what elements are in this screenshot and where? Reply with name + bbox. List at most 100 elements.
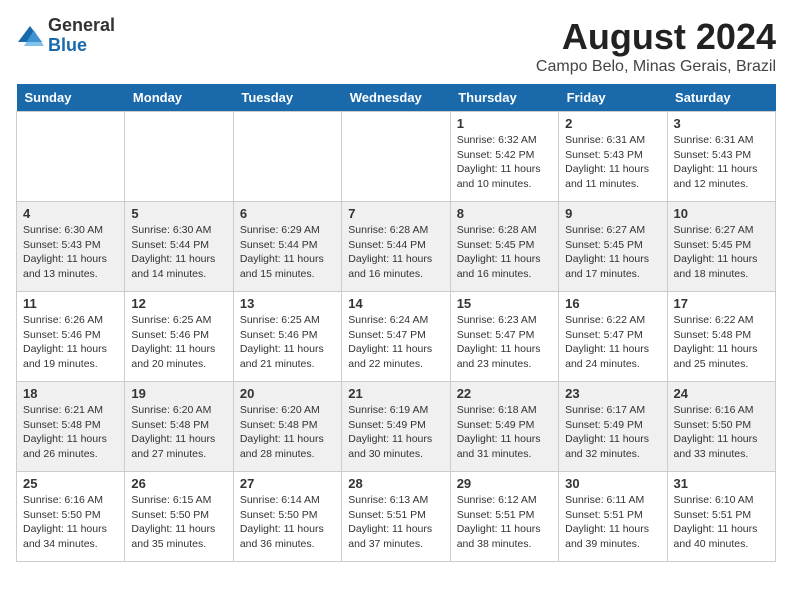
day-number: 15 xyxy=(457,296,552,311)
week-row-0: 1 Sunrise: 6:32 AM Sunset: 5:42 PM Daylig… xyxy=(17,112,776,202)
calendar-cell: 16Sunrise: 6:22 AM Sunset: 5:47 PM Dayli… xyxy=(559,292,667,382)
calendar-cell: 26Sunrise: 6:15 AM Sunset: 5:50 PM Dayli… xyxy=(125,472,233,562)
day-number: 8 xyxy=(457,206,552,221)
day-number: 4 xyxy=(23,206,118,221)
cell-info: Sunrise: 6:12 AM Sunset: 5:51 PM Dayligh… xyxy=(457,493,552,552)
day-number: 1 xyxy=(457,116,552,131)
day-number: 12 xyxy=(131,296,226,311)
day-number: 20 xyxy=(240,386,335,401)
calendar-cell: 25 Sunrise: 6:16 AM Sunset: 5:50 PM Dayli… xyxy=(17,472,125,562)
day-number: 2 xyxy=(565,116,660,131)
cell-info: Sunrise: 6:30 AM Sunset: 5:44 PM Dayligh… xyxy=(131,223,226,282)
calendar-cell: 18 Sunrise: 6:21 AM Sunset: 5:48 PM Dayli… xyxy=(17,382,125,472)
header-row: SundayMondayTuesdayWednesdayThursdayFrid… xyxy=(17,84,776,112)
calendar-cell xyxy=(17,112,125,202)
cell-info: Sunrise: 6:26 AM Sunset: 5:46 PM Dayligh… xyxy=(23,313,118,372)
calendar-cell: 22Sunrise: 6:18 AM Sunset: 5:49 PM Dayli… xyxy=(450,382,558,472)
day-number: 30 xyxy=(565,476,660,491)
calendar-cell: 21 Sunrise: 6:19 AM Sunset: 5:49 PM Dayli… xyxy=(342,382,450,472)
cell-info: Sunrise: 6:25 AM Sunset: 5:46 PM Dayligh… xyxy=(240,313,335,372)
day-number: 29 xyxy=(457,476,552,491)
cell-info: Sunrise: 6:16 AM Sunset: 5:50 PM Dayligh… xyxy=(674,403,769,462)
week-row-4: 25 Sunrise: 6:16 AM Sunset: 5:50 PM Dayli… xyxy=(17,472,776,562)
calendar-cell: 29 Sunrise: 6:12 AM Sunset: 5:51 PM Dayli… xyxy=(450,472,558,562)
cell-info: Sunrise: 6:22 AM Sunset: 5:47 PM Dayligh… xyxy=(565,313,660,372)
cell-info: Sunrise: 6:13 AM Sunset: 5:51 PM Dayligh… xyxy=(348,493,443,552)
cell-info: Sunrise: 6:31 AM Sunset: 5:43 PM Dayligh… xyxy=(565,133,660,192)
day-number: 22 xyxy=(457,386,552,401)
calendar-cell: 31 Sunrise: 6:10 AM Sunset: 5:51 PM Dayli… xyxy=(667,472,775,562)
header: General Blue August 2024 Campo Belo, Min… xyxy=(16,16,776,76)
location-subtitle: Campo Belo, Minas Gerais, Brazil xyxy=(536,58,776,76)
cell-info: Sunrise: 6:17 AM Sunset: 5:49 PM Dayligh… xyxy=(565,403,660,462)
header-cell-thursday: Thursday xyxy=(450,84,558,112)
day-number: 18 xyxy=(23,386,118,401)
calendar-table: SundayMondayTuesdayWednesdayThursdayFrid… xyxy=(16,84,776,562)
day-number: 24 xyxy=(674,386,769,401)
day-number: 21 xyxy=(348,386,443,401)
calendar-cell xyxy=(342,112,450,202)
week-row-2: 11 Sunrise: 6:26 AM Sunset: 5:46 PM Dayli… xyxy=(17,292,776,382)
cell-info: Sunrise: 6:10 AM Sunset: 5:51 PM Dayligh… xyxy=(674,493,769,552)
month-year-title: August 2024 xyxy=(536,16,776,58)
cell-info: Sunrise: 6:28 AM Sunset: 5:45 PM Dayligh… xyxy=(457,223,552,282)
calendar-body: 1 Sunrise: 6:32 AM Sunset: 5:42 PM Daylig… xyxy=(17,112,776,562)
calendar-cell: 4 Sunrise: 6:30 AM Sunset: 5:43 PM Daylig… xyxy=(17,202,125,292)
logo-text: General Blue xyxy=(48,16,115,56)
cell-info: Sunrise: 6:11 AM Sunset: 5:51 PM Dayligh… xyxy=(565,493,660,552)
calendar-cell: 1 Sunrise: 6:32 AM Sunset: 5:42 PM Daylig… xyxy=(450,112,558,202)
cell-info: Sunrise: 6:30 AM Sunset: 5:43 PM Dayligh… xyxy=(23,223,118,282)
logo-blue: Blue xyxy=(48,36,115,56)
calendar-cell: 2 Sunrise: 6:31 AM Sunset: 5:43 PM Daylig… xyxy=(559,112,667,202)
day-number: 27 xyxy=(240,476,335,491)
header-cell-sunday: Sunday xyxy=(17,84,125,112)
calendar-cell: 24 Sunrise: 6:16 AM Sunset: 5:50 PM Dayli… xyxy=(667,382,775,472)
calendar-cell: 8 Sunrise: 6:28 AM Sunset: 5:45 PM Daylig… xyxy=(450,202,558,292)
calendar-cell xyxy=(233,112,341,202)
cell-info: Sunrise: 6:32 AM Sunset: 5:42 PM Dayligh… xyxy=(457,133,552,192)
cell-info: Sunrise: 6:21 AM Sunset: 5:48 PM Dayligh… xyxy=(23,403,118,462)
header-cell-wednesday: Wednesday xyxy=(342,84,450,112)
calendar-cell: 28Sunrise: 6:13 AM Sunset: 5:51 PM Dayli… xyxy=(342,472,450,562)
cell-info: Sunrise: 6:19 AM Sunset: 5:49 PM Dayligh… xyxy=(348,403,443,462)
day-number: 19 xyxy=(131,386,226,401)
cell-info: Sunrise: 6:27 AM Sunset: 5:45 PM Dayligh… xyxy=(565,223,660,282)
cell-info: Sunrise: 6:14 AM Sunset: 5:50 PM Dayligh… xyxy=(240,493,335,552)
cell-info: Sunrise: 6:22 AM Sunset: 5:48 PM Dayligh… xyxy=(674,313,769,372)
day-number: 6 xyxy=(240,206,335,221)
week-row-3: 18 Sunrise: 6:21 AM Sunset: 5:48 PM Dayli… xyxy=(17,382,776,472)
cell-info: Sunrise: 6:28 AM Sunset: 5:44 PM Dayligh… xyxy=(348,223,443,282)
title-area: August 2024 Campo Belo, Minas Gerais, Br… xyxy=(536,16,776,76)
calendar-cell: 6 Sunrise: 6:29 AM Sunset: 5:44 PM Daylig… xyxy=(233,202,341,292)
day-number: 7 xyxy=(348,206,443,221)
cell-info: Sunrise: 6:20 AM Sunset: 5:48 PM Dayligh… xyxy=(131,403,226,462)
day-number: 23 xyxy=(565,386,660,401)
logo-icon xyxy=(16,22,44,50)
calendar-cell: 15 Sunrise: 6:23 AM Sunset: 5:47 PM Dayli… xyxy=(450,292,558,382)
calendar-cell xyxy=(125,112,233,202)
calendar-cell: 7 Sunrise: 6:28 AM Sunset: 5:44 PM Daylig… xyxy=(342,202,450,292)
cell-info: Sunrise: 6:25 AM Sunset: 5:46 PM Dayligh… xyxy=(131,313,226,372)
calendar-cell: 20Sunrise: 6:20 AM Sunset: 5:48 PM Dayli… xyxy=(233,382,341,472)
calendar-cell: 19 Sunrise: 6:20 AM Sunset: 5:48 PM Dayli… xyxy=(125,382,233,472)
calendar-cell: 23 Sunrise: 6:17 AM Sunset: 5:49 PM Dayli… xyxy=(559,382,667,472)
cell-info: Sunrise: 6:23 AM Sunset: 5:47 PM Dayligh… xyxy=(457,313,552,372)
day-number: 26 xyxy=(131,476,226,491)
day-number: 5 xyxy=(131,206,226,221)
calendar-cell: 3Sunrise: 6:31 AM Sunset: 5:43 PM Daylig… xyxy=(667,112,775,202)
logo: General Blue xyxy=(16,16,115,56)
cell-info: Sunrise: 6:29 AM Sunset: 5:44 PM Dayligh… xyxy=(240,223,335,282)
logo-general: General xyxy=(48,16,115,36)
day-number: 25 xyxy=(23,476,118,491)
calendar-cell: 9Sunrise: 6:27 AM Sunset: 5:45 PM Daylig… xyxy=(559,202,667,292)
cell-info: Sunrise: 6:27 AM Sunset: 5:45 PM Dayligh… xyxy=(674,223,769,282)
header-cell-tuesday: Tuesday xyxy=(233,84,341,112)
day-number: 10 xyxy=(674,206,769,221)
week-row-1: 4 Sunrise: 6:30 AM Sunset: 5:43 PM Daylig… xyxy=(17,202,776,292)
calendar-cell: 13Sunrise: 6:25 AM Sunset: 5:46 PM Dayli… xyxy=(233,292,341,382)
header-cell-saturday: Saturday xyxy=(667,84,775,112)
cell-info: Sunrise: 6:16 AM Sunset: 5:50 PM Dayligh… xyxy=(23,493,118,552)
header-cell-friday: Friday xyxy=(559,84,667,112)
day-number: 31 xyxy=(674,476,769,491)
day-number: 11 xyxy=(23,296,118,311)
